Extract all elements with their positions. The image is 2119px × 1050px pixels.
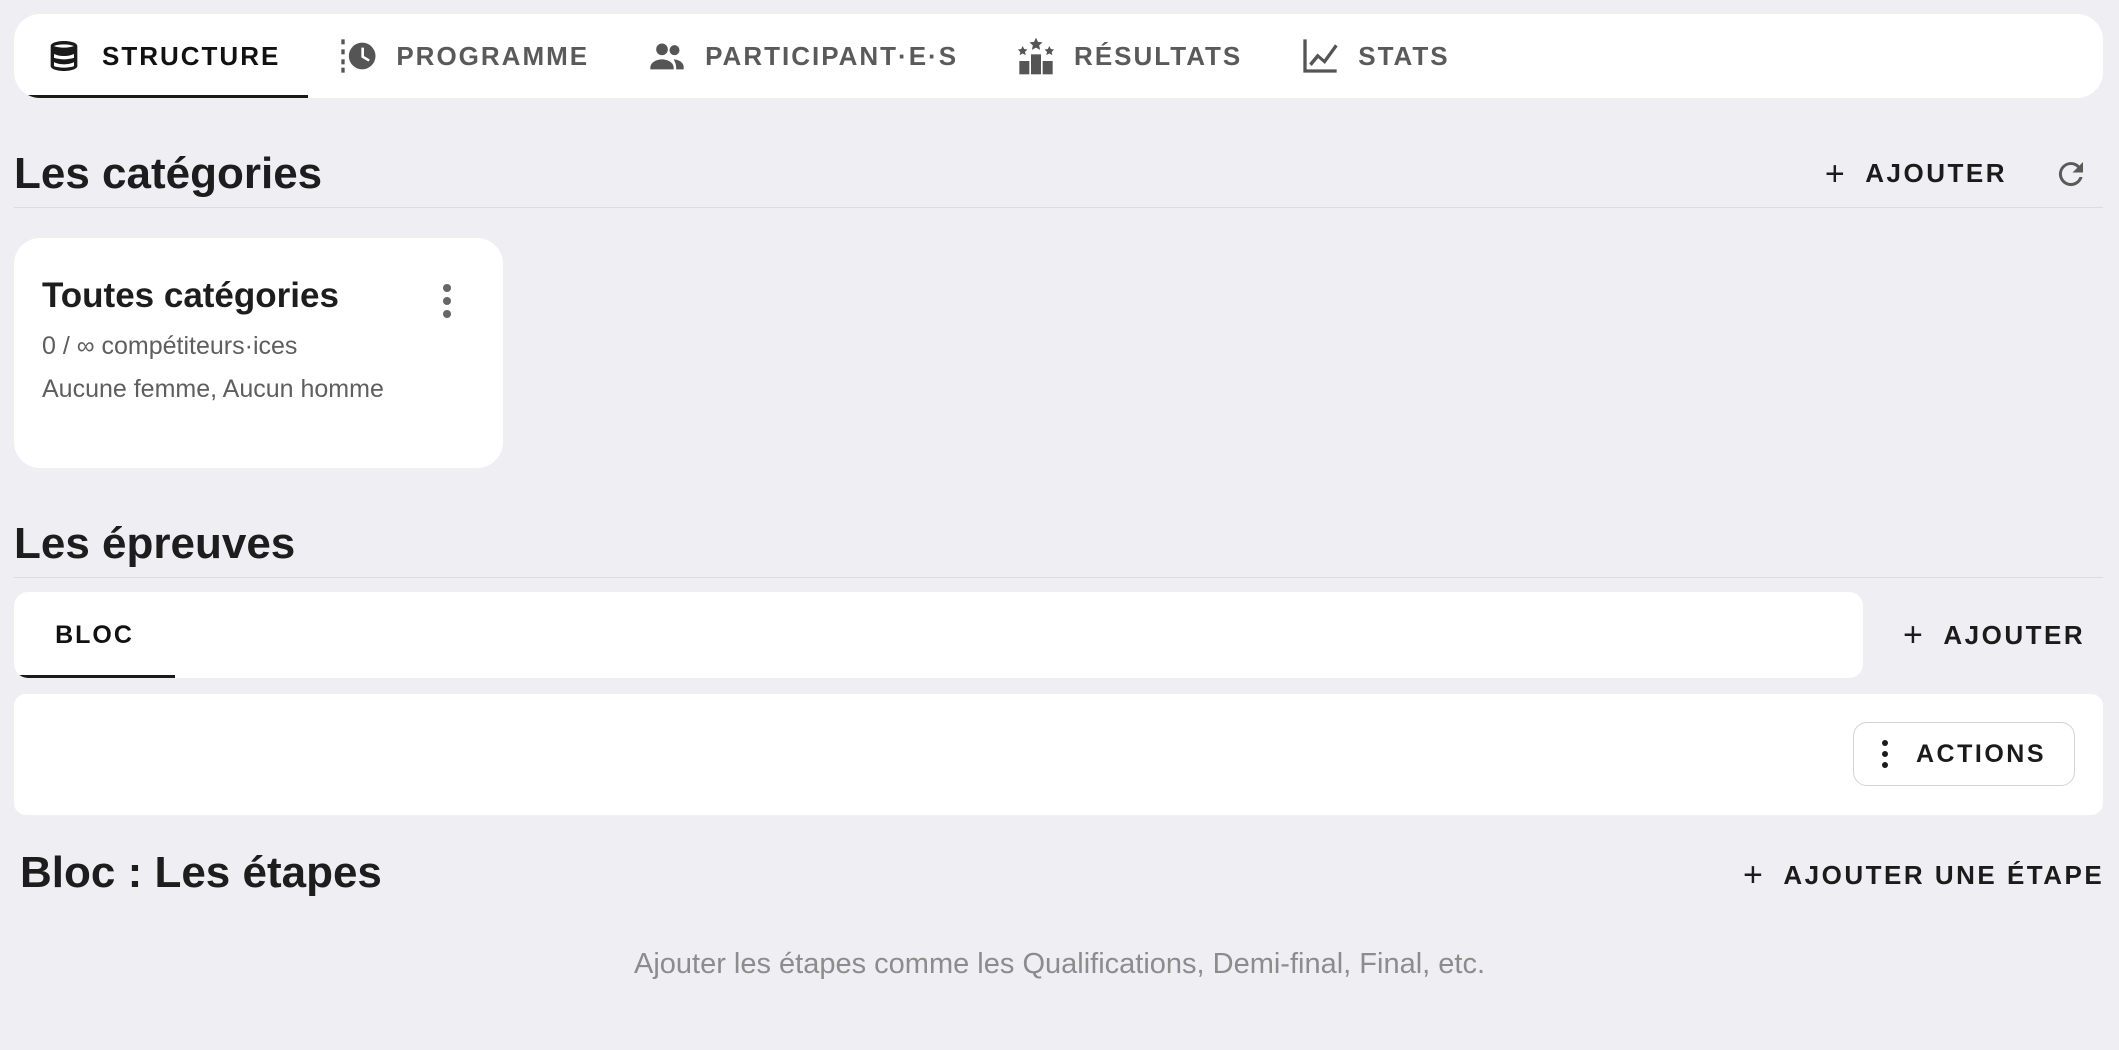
plus-icon: + xyxy=(1903,616,1926,654)
stages-empty-hint: Ajouter les étapes comme les Qualificati… xyxy=(633,948,1485,980)
more-vert-icon[interactable] xyxy=(443,284,451,318)
add-stage-label: AJOUTER UNE ÉTAPE xyxy=(1783,859,2105,890)
category-gender: Aucune femme, Aucun homme xyxy=(42,375,384,403)
tab-stats-label: STATS xyxy=(1358,40,1450,71)
tab-programme[interactable]: PROGRAMME xyxy=(308,14,617,98)
categories-header: Les catégories + AJOUTER xyxy=(14,140,2103,208)
add-stage-button[interactable]: + AJOUTER UNE ÉTAPE xyxy=(1743,858,2104,892)
tab-bloc[interactable]: BLOC xyxy=(14,592,175,678)
refresh-button[interactable] xyxy=(2051,154,2091,194)
schedule-icon xyxy=(341,39,376,73)
events-header: Les épreuves xyxy=(14,510,2103,578)
tab-structure[interactable]: STRUCTURE xyxy=(14,14,309,98)
add-category-button[interactable]: + AJOUTER xyxy=(1825,157,2007,191)
actions-button[interactable]: ACTIONS xyxy=(1853,722,2075,786)
plus-icon: + xyxy=(1743,856,1766,894)
category-competitors: 0 / ∞ compétiteurs·ices xyxy=(42,332,298,360)
people-icon xyxy=(650,43,684,70)
tab-resultats[interactable]: RÉSULTATS xyxy=(986,14,1270,98)
tab-programme-label: PROGRAMME xyxy=(396,40,590,71)
add-event-label: AJOUTER xyxy=(1943,619,2086,650)
tab-participants[interactable]: PARTICIPANT·E·S xyxy=(617,14,986,98)
tab-structure-label: STRUCTURE xyxy=(102,40,281,71)
categories-title: Les catégories xyxy=(14,148,323,198)
database-icon xyxy=(50,41,78,71)
main-tabbar: STRUCTURE PROGRAMME PARTICIPANT·E·S RÉSU… xyxy=(14,14,2103,98)
tab-resultats-label: RÉSULTATS xyxy=(1074,40,1243,71)
event-actions-panel: ACTIONS xyxy=(14,694,2103,815)
add-event-button[interactable]: + AJOUTER xyxy=(1903,618,2085,652)
category-title: Toutes catégories xyxy=(42,276,339,315)
plus-icon: + xyxy=(1824,154,1848,193)
tab-participants-label: PARTICIPANT·E·S xyxy=(705,40,959,71)
add-category-label: AJOUTER xyxy=(1865,158,2007,188)
category-card[interactable]: Toutes catégories 0 / ∞ compétiteurs·ice… xyxy=(14,238,503,468)
event-tabs: BLOC xyxy=(14,592,1863,678)
actions-label: ACTIONS xyxy=(1916,739,2046,768)
line-chart-icon xyxy=(1303,39,1338,73)
stages-title: Bloc : Les étapes xyxy=(20,848,382,897)
podium-icon xyxy=(1017,37,1055,75)
refresh-icon xyxy=(2058,161,2083,186)
more-vert-icon xyxy=(1882,740,1888,768)
tab-stats[interactable]: STATS xyxy=(1270,14,1477,98)
events-title: Les épreuves xyxy=(14,518,296,568)
